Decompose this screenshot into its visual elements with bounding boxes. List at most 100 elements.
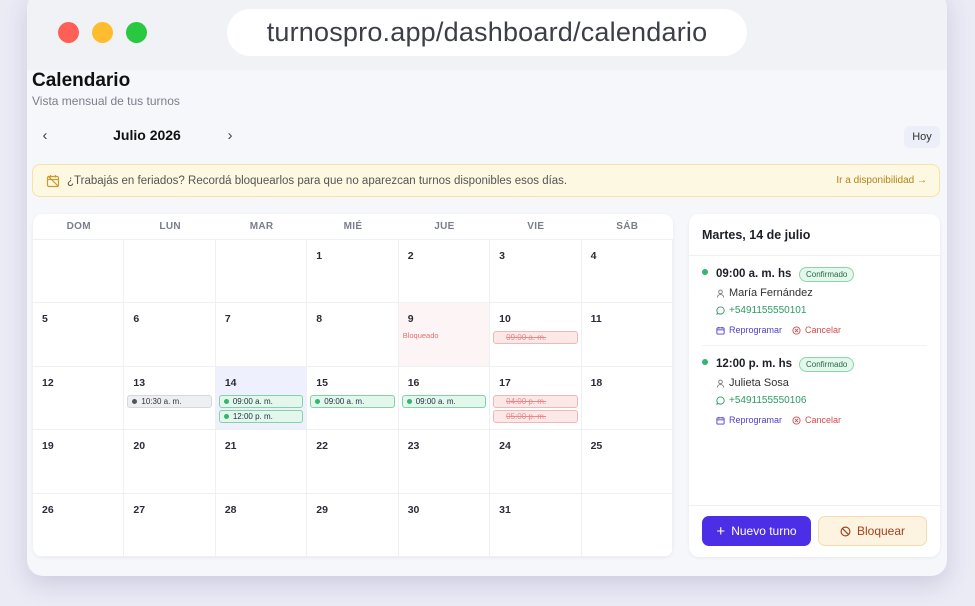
appointment-time: 09:00 a. m. hs	[716, 268, 792, 280]
availability-link[interactable]: Ir a disponibilidad →	[836, 175, 927, 186]
browser-titlebar: turnospro.app/dashboard/calendario	[27, 0, 947, 70]
calendar-day-cell[interactable]: 24	[490, 430, 582, 494]
reschedule-button[interactable]: Reprogramar	[716, 325, 782, 335]
appointment-chip[interactable]: 12:00 p. m.	[218, 409, 304, 423]
calendar-day-cell[interactable]: 2	[398, 240, 491, 304]
appointment-chips: 09:00 a. m. 12:00 p. m.	[218, 394, 304, 423]
weekday-label: MIÉ	[343, 221, 363, 232]
calendar-day-cell[interactable]: 23	[398, 430, 491, 494]
calendar-empty-cell	[215, 240, 308, 304]
reschedule-button[interactable]: Reprogramar	[716, 415, 782, 425]
appointment-item[interactable]: 09:00 a. m. hs Confirmado María Fernández +…	[689, 257, 940, 345]
weekday-label: VIE	[527, 221, 545, 232]
calendar-day-cell[interactable]: 11	[581, 303, 673, 367]
maximize-window-button[interactable]	[126, 22, 147, 43]
calendar-day-cell[interactable]: 13 10:30 a. m.	[124, 366, 216, 431]
appointment-chip[interactable]: 09:00 a. m.	[493, 331, 578, 345]
appointment-chip[interactable]: 04:00 p. m.	[493, 394, 578, 408]
calendar-day-cell[interactable]: 21	[215, 430, 308, 494]
calendar-day-cell[interactable]: 19	[33, 430, 125, 494]
calendar-day-cell[interactable]: 15 09:00 a. m.	[307, 366, 399, 431]
appointment-chip[interactable]: 09:00 a. m.	[218, 394, 304, 408]
status-dot-icon	[406, 398, 412, 404]
calendar-day-cell[interactable]: 10 09:00 a. m.	[490, 303, 582, 367]
day-number: 14	[224, 376, 237, 389]
calendar-day-cell[interactable]: 14 09:00 a. m. 12:00 p. m.	[215, 366, 308, 431]
chip-time: 04:00 p. m.	[506, 396, 547, 406]
new-appointment-button[interactable]: + Nuevo turno	[702, 516, 811, 546]
prev-month-button[interactable]: ‹	[35, 124, 55, 146]
appointment-chip[interactable]: 09:00 a. m.	[310, 394, 395, 408]
appointment-chip[interactable]: 10:30 a. m.	[127, 394, 212, 408]
whatsapp-icon	[716, 396, 725, 405]
person-icon	[716, 289, 725, 298]
calendar-day-cell[interactable]: 25	[581, 430, 673, 494]
address-bar[interactable]: turnospro.app/dashboard/calendario	[227, 9, 747, 56]
calendar-day-cell[interactable]: 30	[398, 493, 491, 557]
chip-time: 10:30 a. m.	[141, 396, 182, 406]
day-number: 4	[590, 250, 597, 262]
reschedule-label: Reprogramar	[729, 325, 783, 335]
calendar-day-cell[interactable]: 1	[307, 240, 399, 304]
calendar-icon	[716, 326, 725, 335]
calendar-grid: 1 2 3 4 5 6 7 8 9 Bloqueado 10 09:00 a. m. 11 12 13 10:…	[33, 240, 673, 557]
calendar-day-cell[interactable]: 16 09:00 a. m.	[398, 366, 491, 431]
appointment-item[interactable]: 12:00 p. m. hs Confirmado Julieta Sosa +549…	[689, 347, 940, 435]
appointment-chip[interactable]: 09:00 a. m.	[401, 394, 487, 408]
divider	[689, 255, 940, 256]
calendar-day-cell[interactable]: 29	[307, 493, 399, 557]
day-number: 9	[407, 313, 414, 326]
status-dot-icon	[132, 398, 138, 404]
calendar-day-cell[interactable]: 18	[581, 366, 673, 431]
day-number: 28	[224, 503, 237, 516]
chip-time: 09:00 a. m.	[324, 396, 365, 406]
calendar-day-cell[interactable]: 6	[124, 303, 216, 367]
calendar-day-cell[interactable]: 7	[215, 303, 308, 367]
calendar-day-cell[interactable]: 9 Bloqueado	[398, 303, 491, 367]
minimize-window-button[interactable]	[92, 22, 113, 43]
calendar-day-cell[interactable]: 12	[33, 366, 125, 431]
chip-time: 09:00 a. m.	[232, 396, 273, 406]
calendar-day-cell[interactable]: 4	[581, 240, 673, 304]
appointment-chips: 09:00 a. m.	[401, 394, 487, 408]
calendar-empty-cell	[581, 493, 673, 557]
calendar-day-cell[interactable]: 5	[33, 303, 125, 367]
cancel-appointment-button[interactable]: Cancelar	[792, 325, 841, 335]
block-day-button[interactable]: Bloquear	[818, 516, 927, 546]
day-number: 21	[224, 440, 237, 453]
day-number: 12	[42, 376, 54, 389]
client-phone-link[interactable]: +5491155550101	[716, 305, 806, 316]
weekday-label: SÁB	[616, 221, 639, 232]
calendar-off-icon	[46, 174, 60, 187]
new-appointment-label: Nuevo turno	[731, 524, 797, 538]
day-number: 5	[42, 313, 48, 326]
day-detail-title: Martes, 14 de julio	[702, 228, 811, 242]
client-phone-link[interactable]: +5491155550106	[716, 395, 806, 406]
day-number: 10	[499, 313, 511, 326]
day-number: 26	[42, 503, 54, 516]
day-number: 31	[499, 503, 511, 516]
appointment-chip[interactable]: 05:00 p. m.	[493, 409, 578, 423]
chip-time: 09:00 a. m.	[415, 396, 456, 406]
status-badge: Confirmado	[799, 267, 855, 282]
calendar-day-cell[interactable]: 17 04:00 p. m. 05:00 p. m.	[490, 366, 582, 431]
close-window-button[interactable]	[58, 22, 79, 43]
day-number: 30	[407, 503, 420, 516]
appointment-actions: Reprogramar Cancelar	[716, 325, 841, 335]
day-number: 15	[316, 376, 328, 389]
reschedule-label: Reprogramar	[729, 415, 783, 425]
calendar-day-cell[interactable]: 20	[124, 430, 216, 494]
calendar-day-cell[interactable]: 31	[490, 493, 582, 557]
calendar-day-cell[interactable]: 27	[124, 493, 216, 557]
browser-window: turnospro.app/dashboard/calendario Calen…	[27, 0, 947, 576]
cancel-appointment-button[interactable]: Cancelar	[792, 415, 841, 425]
today-button[interactable]: Hoy	[904, 126, 940, 148]
day-number: 20	[133, 440, 146, 453]
next-month-button[interactable]: ›	[220, 124, 240, 146]
calendar-day-cell[interactable]: 22	[307, 430, 399, 494]
calendar-day-cell[interactable]: 3	[490, 240, 582, 304]
status-dot-icon	[223, 413, 229, 419]
calendar-day-cell[interactable]: 8	[307, 303, 399, 367]
calendar-day-cell[interactable]: 26	[33, 493, 125, 557]
calendar-day-cell[interactable]: 28	[215, 493, 308, 557]
